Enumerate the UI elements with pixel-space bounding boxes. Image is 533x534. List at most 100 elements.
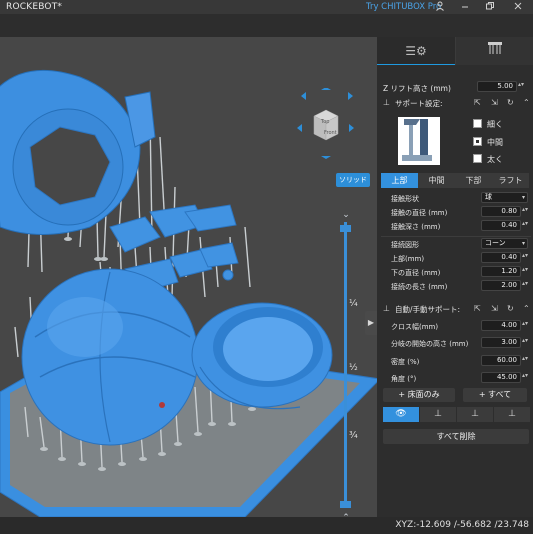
ring-part xyxy=(0,69,156,235)
support-medium-button[interactable]: ⊥ xyxy=(457,407,493,422)
tab-raft[interactable]: ラフト xyxy=(492,173,529,188)
eye-button[interactable]: 👁 xyxy=(383,407,419,422)
upper-diameter-input[interactable]: 0.40 xyxy=(481,252,521,263)
contact-depth-label: 接触深さ (mm) xyxy=(391,223,441,231)
auto-support-icon: ⊥ xyxy=(383,304,390,313)
lower-diameter-input[interactable]: 1.20 xyxy=(481,266,521,277)
branch-start-label: 分岐の開始の高さ (mm) xyxy=(391,340,469,348)
collapse-panel-button[interactable]: ▶ xyxy=(365,311,377,335)
density-thick-checkbox[interactable] xyxy=(473,154,482,163)
restore-icon[interactable] xyxy=(484,1,496,13)
support-part-tabs: 上部 中間 下部 ラフト xyxy=(381,173,529,188)
connection-shape-label: 接続図形 xyxy=(391,241,419,249)
import-icon[interactable]: ⇲ xyxy=(491,98,498,107)
density-input[interactable]: 60.00 xyxy=(481,355,521,366)
connection-shape-row: 接続図形 コーン ▾ xyxy=(377,238,533,252)
layer-slider-top-handle[interactable] xyxy=(340,225,351,232)
slider-up-arrow[interactable]: ⌄ xyxy=(341,210,351,220)
support-heavy-icon: ⊥ xyxy=(508,409,516,419)
z-lift-row: Z リフト高さ (mm) 5.00 ▴▾ xyxy=(377,81,533,95)
navcube-top-label: Top xyxy=(321,119,330,125)
reset-icon[interactable]: ↻ xyxy=(507,304,514,313)
density-label: 密度 (%) xyxy=(391,358,420,366)
contact-depth-row: 接触深さ (mm) 0.40 ▴▾ xyxy=(377,220,533,234)
navigation-cube[interactable]: Top Front xyxy=(296,87,356,160)
density-medium-label: 中間 xyxy=(487,138,503,147)
render-mode-button[interactable]: ソリッド xyxy=(336,173,370,187)
navcube-front-label: Front xyxy=(324,130,337,136)
import-icon[interactable]: ⇲ xyxy=(491,304,498,313)
lower-diameter-label: 下の直径 (mm) xyxy=(391,269,441,277)
delete-all-button[interactable]: すべて削除 xyxy=(383,429,529,444)
contact-diameter-input[interactable]: 0.80 xyxy=(481,206,521,217)
support-heavy-button[interactable]: ⊥ xyxy=(494,407,530,422)
support-settings-icon: ⊥ xyxy=(383,98,390,107)
contact-shape-value: 球 xyxy=(485,193,492,201)
support-light-button[interactable]: ⊥ xyxy=(420,407,456,422)
density-thin-checkbox[interactable] xyxy=(473,119,482,128)
connection-length-label: 接続の長さ (mm) xyxy=(391,283,448,291)
minimize-icon[interactable] xyxy=(459,1,471,13)
connection-length-input[interactable]: 2.00 xyxy=(481,280,521,291)
slider-label-half: ½ xyxy=(349,363,358,373)
reset-icon[interactable]: ↻ xyxy=(507,98,514,107)
upper-diameter-row: 上部(mm) 0.40 ▴▾ xyxy=(377,252,533,266)
sphere-part xyxy=(21,268,199,446)
export-icon[interactable]: ⇱ xyxy=(474,98,481,107)
chevron-down-icon: ▾ xyxy=(521,194,525,201)
z-lift-label: Z リフト高さ (mm) xyxy=(383,84,451,93)
settings-tab[interactable]: ☰⚙ xyxy=(377,37,455,65)
cross-width-row: クロス幅(mm) 4.00 ▴▾ xyxy=(377,320,533,334)
tab-bottom[interactable]: 下部 xyxy=(455,173,492,188)
slider-label-quarter: ¼ xyxy=(349,299,358,309)
try-pro-link[interactable]: Try CHITUBOX Pro xyxy=(366,2,441,12)
upper-diameter-label: 上部(mm) xyxy=(391,255,425,263)
nav-home-icon xyxy=(301,92,306,100)
cross-width-input[interactable]: 4.00 xyxy=(481,320,521,331)
spin-icon[interactable]: ▴▾ xyxy=(522,266,528,273)
z-lift-spin-icon[interactable]: ▴▾ xyxy=(518,81,524,88)
z-lift-input[interactable]: 5.00 xyxy=(477,81,517,92)
platform-only-button[interactable]: + 床面のみ xyxy=(383,388,455,402)
collapse-up-icon[interactable]: ⌃ xyxy=(523,304,530,313)
tab-top[interactable]: 上部 xyxy=(381,173,418,188)
spin-icon[interactable]: ▴▾ xyxy=(522,280,528,287)
support-medium-icon: ⊥ xyxy=(471,409,479,419)
close-icon[interactable] xyxy=(512,1,524,13)
contact-depth-input[interactable]: 0.40 xyxy=(481,220,521,231)
contact-shape-select[interactable]: 球 ▾ xyxy=(481,192,528,203)
contact-shape-row: 接触形状 球 ▾ xyxy=(377,192,533,206)
contact-diameter-row: 接触の直径 (mm) 0.80 ▴▾ xyxy=(377,206,533,220)
layer-slider-bottom-handle[interactable] xyxy=(340,501,351,508)
spin-icon[interactable]: ▴▾ xyxy=(522,355,528,362)
collapse-up-icon[interactable]: ⌃ xyxy=(523,98,530,107)
spin-icon[interactable]: ▴▾ xyxy=(522,372,528,379)
layer-slider-track[interactable] xyxy=(344,222,347,505)
panel-tabs: ☰⚙ xyxy=(377,37,533,65)
angle-input[interactable]: 45.00 xyxy=(481,372,521,383)
eye-icon: 👁 xyxy=(395,409,407,419)
add-all-button[interactable]: + すべて xyxy=(463,388,527,402)
3d-viewport[interactable]: Top Front ソリッド ⌄ ¼ ½ ¾ ⌃ ▶ xyxy=(0,37,377,517)
spin-icon[interactable]: ▴▾ xyxy=(522,252,528,259)
tab-middle[interactable]: 中間 xyxy=(418,173,455,188)
angle-row: 角度 (°) 45.00 ▴▾ xyxy=(377,372,533,386)
user-icon[interactable] xyxy=(434,1,446,13)
spin-icon[interactable]: ▴▾ xyxy=(522,220,528,227)
export-icon[interactable]: ⇱ xyxy=(474,304,481,313)
app-window: ROCKEBOT* Try CHITUBOX Pro Top Front ソリッ… xyxy=(0,0,533,534)
spin-icon[interactable]: ▴▾ xyxy=(522,206,528,213)
connection-shape-value: コーン xyxy=(485,239,506,247)
supports-tab[interactable] xyxy=(455,37,533,65)
divider xyxy=(381,236,531,237)
spin-icon[interactable]: ▴▾ xyxy=(522,320,528,327)
density-row: 密度 (%) 60.00 ▴▾ xyxy=(377,355,533,369)
auto-support-title: 自動/手動サポート: xyxy=(395,305,461,314)
lower-diameter-row: 下の直径 (mm) 1.20 ▴▾ xyxy=(377,266,533,280)
spin-icon[interactable]: ▴▾ xyxy=(522,337,528,344)
status-bar: XYZ:-12.609 /-56.682 /23.748 xyxy=(0,517,533,534)
support-settings-header: ⊥ サポート設定: ⇱ ⇲ ↻ ⌃ xyxy=(381,97,531,110)
connection-shape-select[interactable]: コーン ▾ xyxy=(481,238,528,249)
branch-start-input[interactable]: 3.00 xyxy=(481,337,521,348)
density-medium-checkbox[interactable] xyxy=(473,137,482,146)
